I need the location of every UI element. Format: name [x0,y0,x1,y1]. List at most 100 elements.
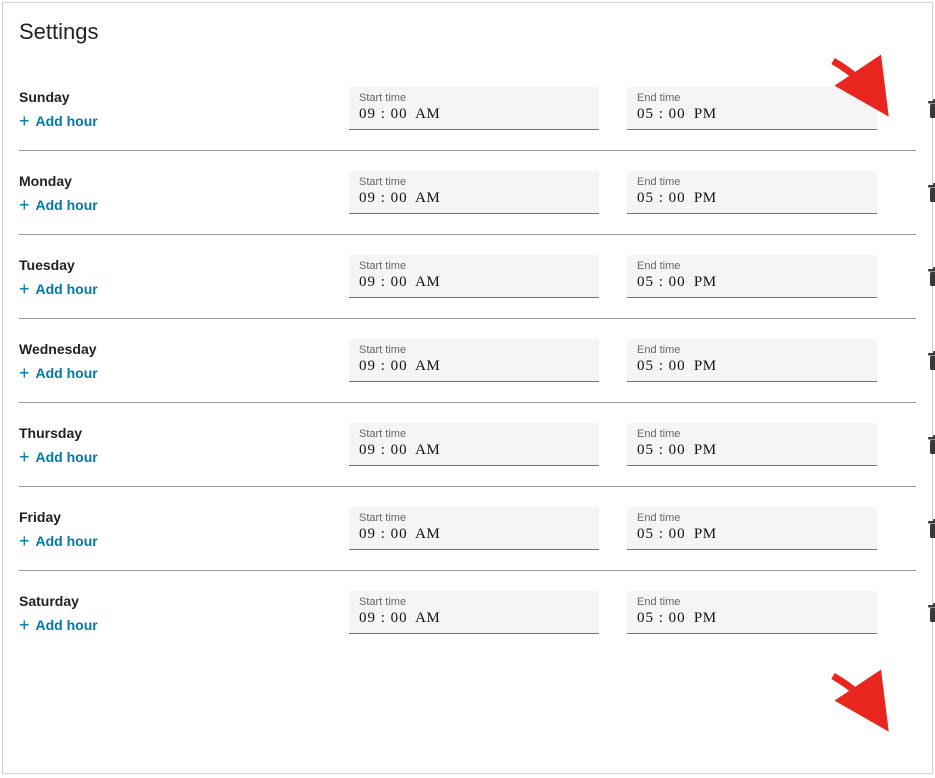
time-area: Start time 09 : 00 AM End time 05 : 00 P… [349,255,935,298]
add-hour-label: Add hour [36,617,98,633]
day-name: Saturday [19,593,349,609]
add-hour-label: Add hour [36,281,98,297]
day-row: Wednesday + Add hour Start time 09 : 00 … [19,319,916,403]
day-name: Tuesday [19,257,349,273]
day-left: Sunday + Add hour [19,87,349,132]
trash-icon[interactable] [927,435,935,455]
add-hour-button[interactable]: + Add hour [19,533,98,549]
add-hour-button[interactable]: + Add hour [19,197,98,213]
add-hour-label: Add hour [36,197,98,213]
start-time-value: 09 : 00 AM [359,358,589,375]
add-hour-label: Add hour [36,113,98,129]
day-name: Friday [19,509,349,525]
end-time-label: End time [637,428,867,440]
settings-panel: Settings Sunday + Add hour Start time 09… [2,2,933,774]
day-left: Friday + Add hour [19,507,349,552]
start-time-value: 09 : 00 AM [359,442,589,459]
start-time-value: 09 : 00 AM [359,274,589,291]
day-left: Tuesday + Add hour [19,255,349,300]
trash-icon[interactable] [927,99,935,119]
start-time-label: Start time [359,512,589,524]
day-row: Monday + Add hour Start time 09 : 00 AM … [19,151,916,235]
end-time-value: 05 : 00 PM [637,106,867,123]
start-time-label: Start time [359,176,589,188]
add-hour-button[interactable]: + Add hour [19,281,98,297]
start-time-label: Start time [359,344,589,356]
plus-icon: + [19,450,30,464]
add-hour-button[interactable]: + Add hour [19,365,98,381]
end-time-field[interactable]: End time 05 : 00 PM [627,171,877,214]
end-time-label: End time [637,596,867,608]
end-time-field[interactable]: End time 05 : 00 PM [627,339,877,382]
end-time-field[interactable]: End time 05 : 00 PM [627,423,877,466]
end-time-field[interactable]: End time 05 : 00 PM [627,255,877,298]
trash-wrap [905,255,935,287]
end-time-label: End time [637,344,867,356]
start-time-field[interactable]: Start time 09 : 00 AM [349,507,599,550]
add-hour-label: Add hour [36,449,98,465]
add-hour-button[interactable]: + Add hour [19,449,98,465]
trash-wrap [905,591,935,623]
day-name: Thursday [19,425,349,441]
start-time-label: Start time [359,260,589,272]
end-time-label: End time [637,512,867,524]
start-time-label: Start time [359,92,589,104]
plus-icon: + [19,114,30,128]
plus-icon: + [19,366,30,380]
day-row: Friday + Add hour Start time 09 : 00 AM … [19,487,916,571]
day-name: Monday [19,173,349,189]
day-row: Saturday + Add hour Start time 09 : 00 A… [19,571,916,654]
day-left: Wednesday + Add hour [19,339,349,384]
start-time-field[interactable]: Start time 09 : 00 AM [349,87,599,130]
trash-icon[interactable] [927,519,935,539]
add-hour-button[interactable]: + Add hour [19,617,98,633]
end-time-value: 05 : 00 PM [637,190,867,207]
start-time-label: Start time [359,596,589,608]
end-time-value: 05 : 00 PM [637,358,867,375]
end-time-field[interactable]: End time 05 : 00 PM [627,507,877,550]
end-time-label: End time [637,176,867,188]
trash-wrap [905,507,935,539]
day-name: Sunday [19,89,349,105]
time-area: Start time 09 : 00 AM End time 05 : 00 P… [349,87,935,130]
plus-icon: + [19,198,30,212]
start-time-field[interactable]: Start time 09 : 00 AM [349,591,599,634]
trash-icon[interactable] [927,351,935,371]
trash-icon[interactable] [927,267,935,287]
start-time-label: Start time [359,428,589,440]
start-time-field[interactable]: Start time 09 : 00 AM [349,255,599,298]
time-area: Start time 09 : 00 AM End time 05 : 00 P… [349,423,935,466]
day-left: Saturday + Add hour [19,591,349,636]
trash-icon[interactable] [927,603,935,623]
add-hour-button[interactable]: + Add hour [19,113,98,129]
plus-icon: + [19,618,30,632]
trash-wrap [905,339,935,371]
end-time-value: 05 : 00 PM [637,274,867,291]
start-time-field[interactable]: Start time 09 : 00 AM [349,339,599,382]
start-time-value: 09 : 00 AM [359,526,589,543]
plus-icon: + [19,534,30,548]
start-time-value: 09 : 00 AM [359,610,589,627]
time-area: Start time 09 : 00 AM End time 05 : 00 P… [349,507,935,550]
trash-wrap [905,171,935,203]
day-row: Thursday + Add hour Start time 09 : 00 A… [19,403,916,487]
annotation-arrow-bottom [823,668,903,738]
end-time-label: End time [637,260,867,272]
add-hour-label: Add hour [36,533,98,549]
end-time-label: End time [637,92,867,104]
plus-icon: + [19,282,30,296]
time-area: Start time 09 : 00 AM End time 05 : 00 P… [349,339,935,382]
end-time-value: 05 : 00 PM [637,526,867,543]
trash-icon[interactable] [927,183,935,203]
start-time-field[interactable]: Start time 09 : 00 AM [349,171,599,214]
end-time-value: 05 : 00 PM [637,610,867,627]
end-time-field[interactable]: End time 05 : 00 PM [627,591,877,634]
day-row: Tuesday + Add hour Start time 09 : 00 AM… [19,235,916,319]
trash-wrap [905,87,935,119]
page-title: Settings [19,19,916,45]
start-time-value: 09 : 00 AM [359,190,589,207]
day-name: Wednesday [19,341,349,357]
end-time-field[interactable]: End time 05 : 00 PM [627,87,877,130]
trash-wrap [905,423,935,455]
start-time-field[interactable]: Start time 09 : 00 AM [349,423,599,466]
